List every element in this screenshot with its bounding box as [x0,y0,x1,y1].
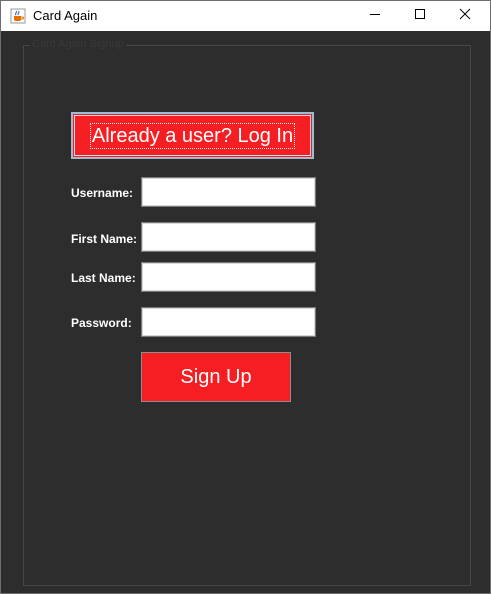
content-panel: Card Again Signup Already a user? Log In… [4,32,487,592]
maximize-button[interactable] [397,1,443,31]
sign-up-button-label: Sign Up [180,365,252,388]
title-bar[interactable]: Card Again [1,1,490,31]
password-label: Password: [71,316,132,330]
minimize-icon [369,7,381,25]
signup-group-title: Card Again Signup [30,38,126,50]
login-button[interactable]: Already a user? Log In [71,112,314,159]
first-name-input[interactable] [141,222,316,252]
minimize-button[interactable] [352,1,398,31]
close-icon [459,7,471,25]
login-button-label: Already a user? Log In [89,122,296,149]
maximize-icon [414,7,426,25]
app-window: Card Again Card Again Signup Already a u… [0,0,491,594]
window-title: Card Again [33,8,98,23]
last-name-input[interactable] [141,262,316,292]
sign-up-button[interactable]: Sign Up [141,352,291,402]
username-input[interactable] [141,177,316,207]
password-input[interactable] [141,307,316,337]
first-name-label: First Name: [71,232,138,246]
last-name-label: Last Name: [71,271,136,285]
close-button[interactable] [442,1,488,31]
username-label: Username: [71,186,134,200]
java-cup-icon [10,8,26,24]
